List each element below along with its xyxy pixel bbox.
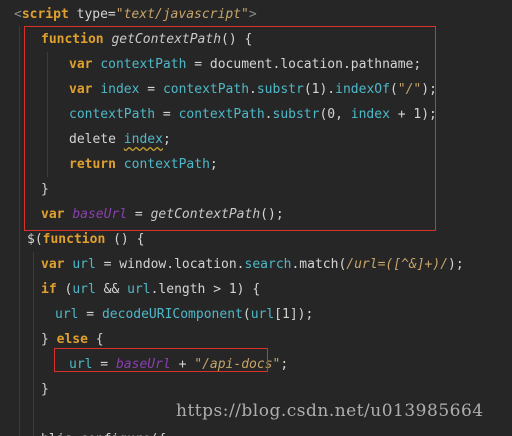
code-token: && <box>95 282 128 297</box>
code-token: url <box>55 307 79 322</box>
code-token: script <box>21 7 69 22</box>
code-token: if <box>41 282 57 297</box>
code-token: ( <box>242 307 251 322</box>
code-token: decodeURIComponent <box>101 307 243 322</box>
highlight-box-context-path <box>24 26 436 231</box>
watermark-text: https://blog.csdn.net/u013985664 <box>176 401 484 421</box>
code-token: search <box>244 257 292 272</box>
code-editor[interactable]: <script type="text/javascript"> function … <box>0 0 512 436</box>
highlight-box-api-docs <box>54 348 268 372</box>
code-token: } <box>41 382 49 397</box>
code-token: < <box>14 7 22 22</box>
code-token: = <box>78 307 102 322</box>
code-token: .length > 1) { <box>150 282 261 297</box>
code-token: type= <box>68 7 116 22</box>
code-token: else <box>56 332 88 347</box>
code-token: function <box>42 232 106 247</box>
code-token: var <box>41 257 65 272</box>
indent-guide <box>33 252 34 436</box>
code-line: } <box>41 377 49 402</box>
code-line: if (url && url.length > 1) { <box>41 277 260 302</box>
code-token: hljs.configure({ <box>41 432 166 436</box>
code-token: = window.location. <box>95 257 245 272</box>
code-token: /url=([^&]+)/ <box>346 257 449 272</box>
code-token: ; <box>280 357 289 372</box>
code-token: url <box>72 282 96 297</box>
code-line: var url = window.location.search.match(/… <box>41 252 464 277</box>
code-token: $( <box>27 232 43 247</box>
code-token: { <box>87 332 104 347</box>
code-line: hljs.configure({ <box>41 427 166 436</box>
code-token: > <box>248 7 257 22</box>
code-token: url <box>127 282 151 297</box>
code-token: .match( <box>291 257 347 272</box>
code-token: [1]); <box>274 307 314 322</box>
indent-guide <box>19 26 20 436</box>
code-line: url = decodeURIComponent(url[1]); <box>55 302 313 327</box>
code-token: ); <box>448 257 464 272</box>
code-token: url <box>72 257 96 272</box>
code-token: "text/javascript" <box>115 7 249 22</box>
code-token: } <box>41 332 57 347</box>
code-token: () { <box>105 232 145 247</box>
code-line: <script type="text/javascript"> <box>14 2 257 27</box>
code-token: ( <box>56 282 73 297</box>
code-token: url <box>250 307 275 322</box>
